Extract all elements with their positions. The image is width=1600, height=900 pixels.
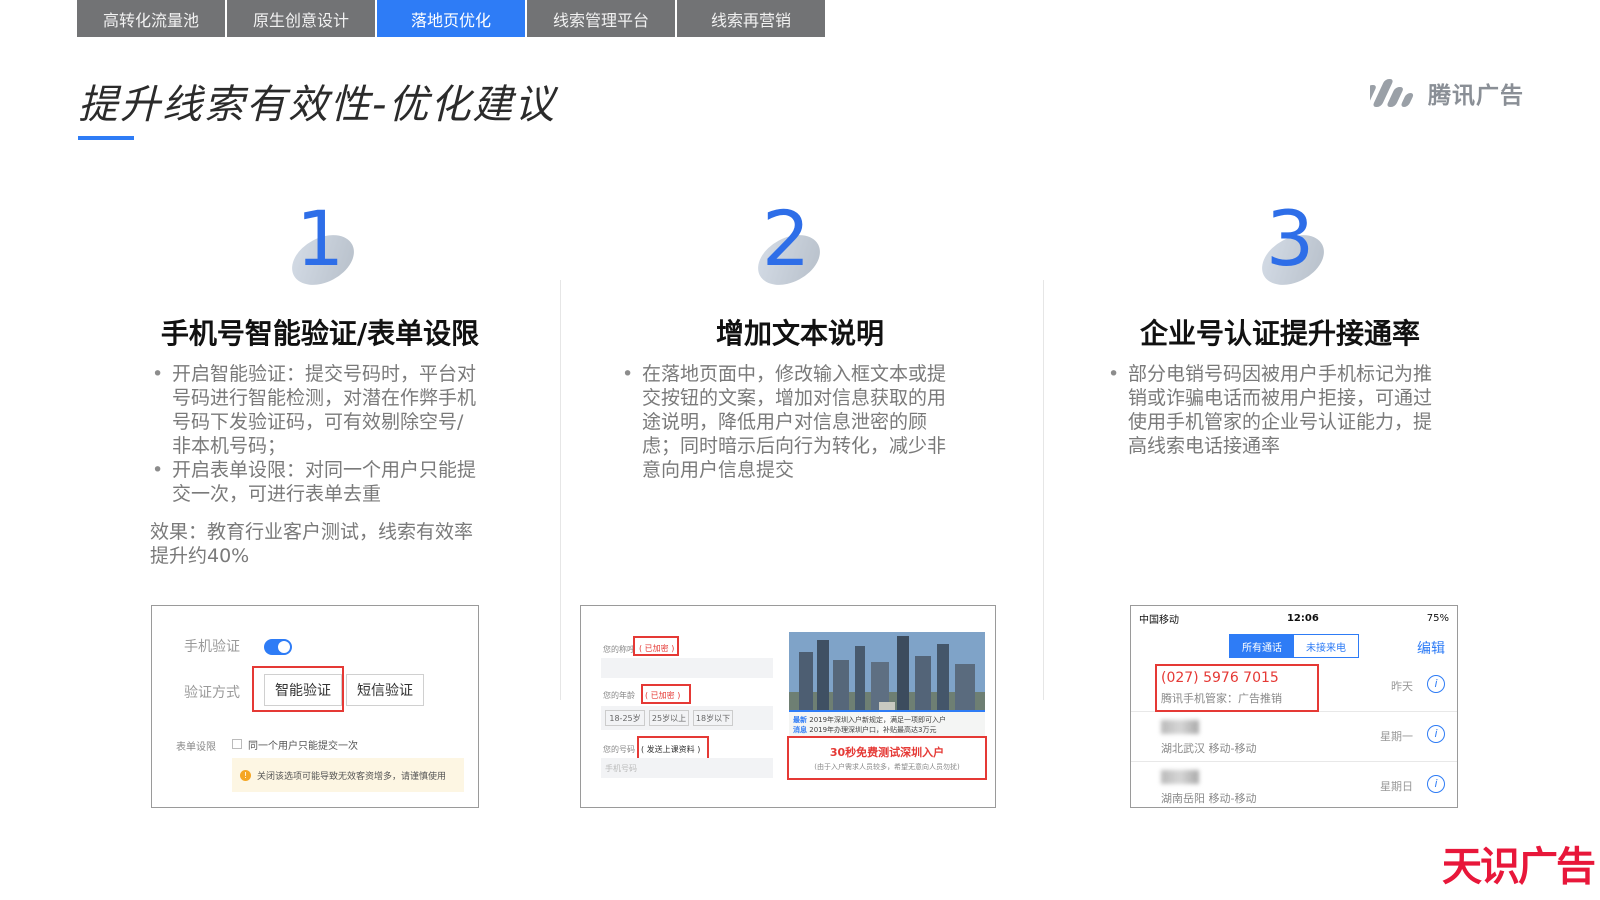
warning-text: 关闭该选项可能导致无效客资增多，请谨慎使用 xyxy=(257,771,447,782)
step-number-badge: 2 xyxy=(746,194,836,300)
form-limit-label: 表单设限 xyxy=(176,742,216,753)
news-tag: 消息 xyxy=(793,726,807,734)
logo-text: 腾讯广告 xyxy=(1428,83,1524,109)
age-option[interactable]: 25岁以上 xyxy=(649,710,689,726)
step-number: 1 xyxy=(295,194,345,283)
brand-watermark: 天识广告 xyxy=(1442,844,1596,890)
phone-verify-label: 手机验证 xyxy=(184,639,240,655)
blurred-number xyxy=(1161,770,1199,784)
bullet-list: 开启智能验证：提交号码时，平台对号码进行智能检测，对潜在作弊手机号码下发验证码，… xyxy=(150,362,480,506)
call-row[interactable]: (027) 5976 7015 腾讯手机管家：广告推销 昨天 i xyxy=(1131,662,1457,712)
name-field-label: 您的称呼 xyxy=(603,645,635,654)
call-row[interactable]: 湖南岳阳 移动-移动 星期日 i xyxy=(1131,762,1457,807)
call-filter-segment: 所有通话 未接来电 xyxy=(1229,634,1359,658)
tab-native-creative[interactable]: 原生创意设计 xyxy=(227,0,375,37)
info-icon[interactable]: i xyxy=(1427,675,1445,693)
call-subtitle: 湖南岳阳 移动-移动 xyxy=(1161,792,1257,805)
encrypted-tag: ( 已加密 ) xyxy=(639,644,675,653)
tab-traffic-pool[interactable]: 高转化流量池 xyxy=(77,0,225,37)
cta-button[interactable]: 30秒免费测试深圳入户 (由于入户需求人员较多，希望无意向人员勿扰) xyxy=(787,736,987,780)
phone-field-label: 您的号码 xyxy=(603,745,635,754)
tab-missed-calls[interactable]: 未接来电 xyxy=(1294,635,1358,657)
info-icon[interactable]: i xyxy=(1427,725,1445,743)
send-materials-tag: ( 发送上课资料 ) xyxy=(641,745,701,754)
title-underline xyxy=(78,136,134,140)
verify-method-label: 验证方式 xyxy=(184,685,240,701)
news-banner: 最新 2019年深圳入户新规定，满足一项即可入户 消息 2019年办理深圳户口，… xyxy=(789,710,985,736)
age-option[interactable]: 18岁以下 xyxy=(693,710,733,726)
info-icon[interactable]: i xyxy=(1427,775,1445,793)
phone-verify-toggle[interactable] xyxy=(264,639,292,655)
blurred-number xyxy=(1161,720,1199,734)
news-line: 2019年办理深圳户口，补贴最高达3万元 xyxy=(809,726,937,734)
column-title: 企业号认证提升接通率 xyxy=(1139,317,1420,350)
clock-label: 12:06 xyxy=(1286,612,1319,624)
name-input[interactable] xyxy=(601,658,773,678)
column-3: 3 企业号认证提升接通率 部分电销号码因被用户手机标记为推销或诈骗电话而被用户拒… xyxy=(1040,190,1520,830)
step-number: 2 xyxy=(761,194,811,283)
sms-verify-button[interactable]: 短信验证 xyxy=(346,674,424,706)
call-subtitle: 湖北武汉 移动-移动 xyxy=(1161,742,1257,755)
bullet-item: 开启智能验证：提交号码时，平台对号码进行智能检测，对潜在作弊手机号码下发验证码，… xyxy=(150,362,480,458)
bullet-item: 部分电销号码因被用户手机标记为推销或诈骗电话而被用户拒接，可通过使用手机管家的企… xyxy=(1106,362,1436,458)
encrypted-tag: ( 已加密 ) xyxy=(645,691,681,700)
form-limit-checkbox[interactable] xyxy=(232,739,242,749)
column-title: 手机号智能验证/表单设限 xyxy=(160,317,480,350)
carrier-label: 中国移动 xyxy=(1139,614,1179,626)
bullet-item: 在落地页面中，修改输入框文本或提交按钮的文案，增加对信息获取的用途说明，降低用户… xyxy=(620,362,950,482)
tab-all-calls[interactable]: 所有通话 xyxy=(1230,635,1294,657)
step-number: 3 xyxy=(1265,194,1315,283)
form-limit-option: 同一个用户只能提交一次 xyxy=(248,741,358,752)
step-number-badge: 3 xyxy=(1250,194,1340,300)
call-row[interactable]: 湖北武汉 移动-移动 星期一 i xyxy=(1131,712,1457,762)
column-1: 1 手机号智能验证/表单设限 开启智能验证：提交号码时，平台对号码进行智能检测，… xyxy=(80,190,560,830)
battery-label: 75% xyxy=(1426,612,1449,624)
top-tabs: 高转化流量池 原生创意设计 落地页优化 线索管理平台 线索再营销 xyxy=(77,0,827,37)
news-line: 2019年深圳入户新规定，满足一项即可入户 xyxy=(809,716,947,724)
status-bar: 中国移动 12:06 75% xyxy=(1131,606,1457,630)
cta-sub-text: (由于入户需求人员较多，希望无意向人员勿扰) xyxy=(814,763,960,771)
tab-lead-platform[interactable]: 线索管理平台 xyxy=(527,0,675,37)
tab-remarketing[interactable]: 线索再营销 xyxy=(677,0,825,37)
call-number: (027) 5976 7015 xyxy=(1161,670,1279,686)
call-day: 星期日 xyxy=(1380,780,1413,793)
age-field-label: 您的年龄 xyxy=(603,691,635,700)
tab-landing-page[interactable]: 落地页优化 xyxy=(377,0,525,37)
step-number-badge: 1 xyxy=(280,194,370,300)
edit-button[interactable]: 编辑 xyxy=(1417,638,1445,658)
column-title: 增加文本说明 xyxy=(715,317,884,350)
highlight-box xyxy=(252,666,344,712)
bullet-list: 在落地页面中，修改输入框文本或提交按钮的文案，增加对信息获取的用途说明，降低用户… xyxy=(620,362,950,482)
page-title: 提升线索有效性-优化建议 xyxy=(78,82,557,128)
bullet-list: 部分电销号码因被用户手机标记为推销或诈骗电话而被用户拒接，可通过使用手机管家的企… xyxy=(1106,362,1436,458)
call-subtitle: 腾讯手机管家：广告推销 xyxy=(1161,692,1282,705)
call-day: 昨天 xyxy=(1391,680,1413,693)
effect-text: 效果：教育行业客户测试，线索有效率提升约40% xyxy=(150,521,474,567)
landing-page-screenshot: 您的称呼 ( 已加密 ) 您的年龄 ( 已加密 ) 18-25岁 25岁以上 1… xyxy=(580,605,996,808)
column-2: 2 增加文本说明 在落地页面中，修改输入框文本或提交按钮的文案，增加对信息获取的… xyxy=(560,190,1040,830)
warning-icon: ! xyxy=(240,769,251,781)
cta-main-text: 30秒免费测试深圳入户 xyxy=(829,746,945,759)
warning-banner: ! 关闭该选项可能导致无效客资增多，请谨慎使用 xyxy=(232,758,464,792)
call-day: 星期一 xyxy=(1380,730,1413,743)
tencent-ads-logo: 腾讯广告 xyxy=(1370,76,1524,110)
phone-call-log-screenshot: 中国移动 12:06 75% 所有通话 未接来电 编辑 (027) 5976 7… xyxy=(1130,605,1458,808)
news-tag: 最新 xyxy=(793,716,807,724)
age-option[interactable]: 18-25岁 xyxy=(605,710,645,726)
smart-verify-screenshot: 手机验证 验证方式 智能验证 短信验证 表单设限 同一个用户只能提交一次 ! 关… xyxy=(151,605,479,808)
bullet-item: 开启表单设限：对同一个用户只能提交一次，可进行表单去重 xyxy=(150,458,480,506)
tencent-ads-logo-icon xyxy=(1370,79,1414,107)
phone-input-placeholder: 手机号码 xyxy=(605,764,637,773)
